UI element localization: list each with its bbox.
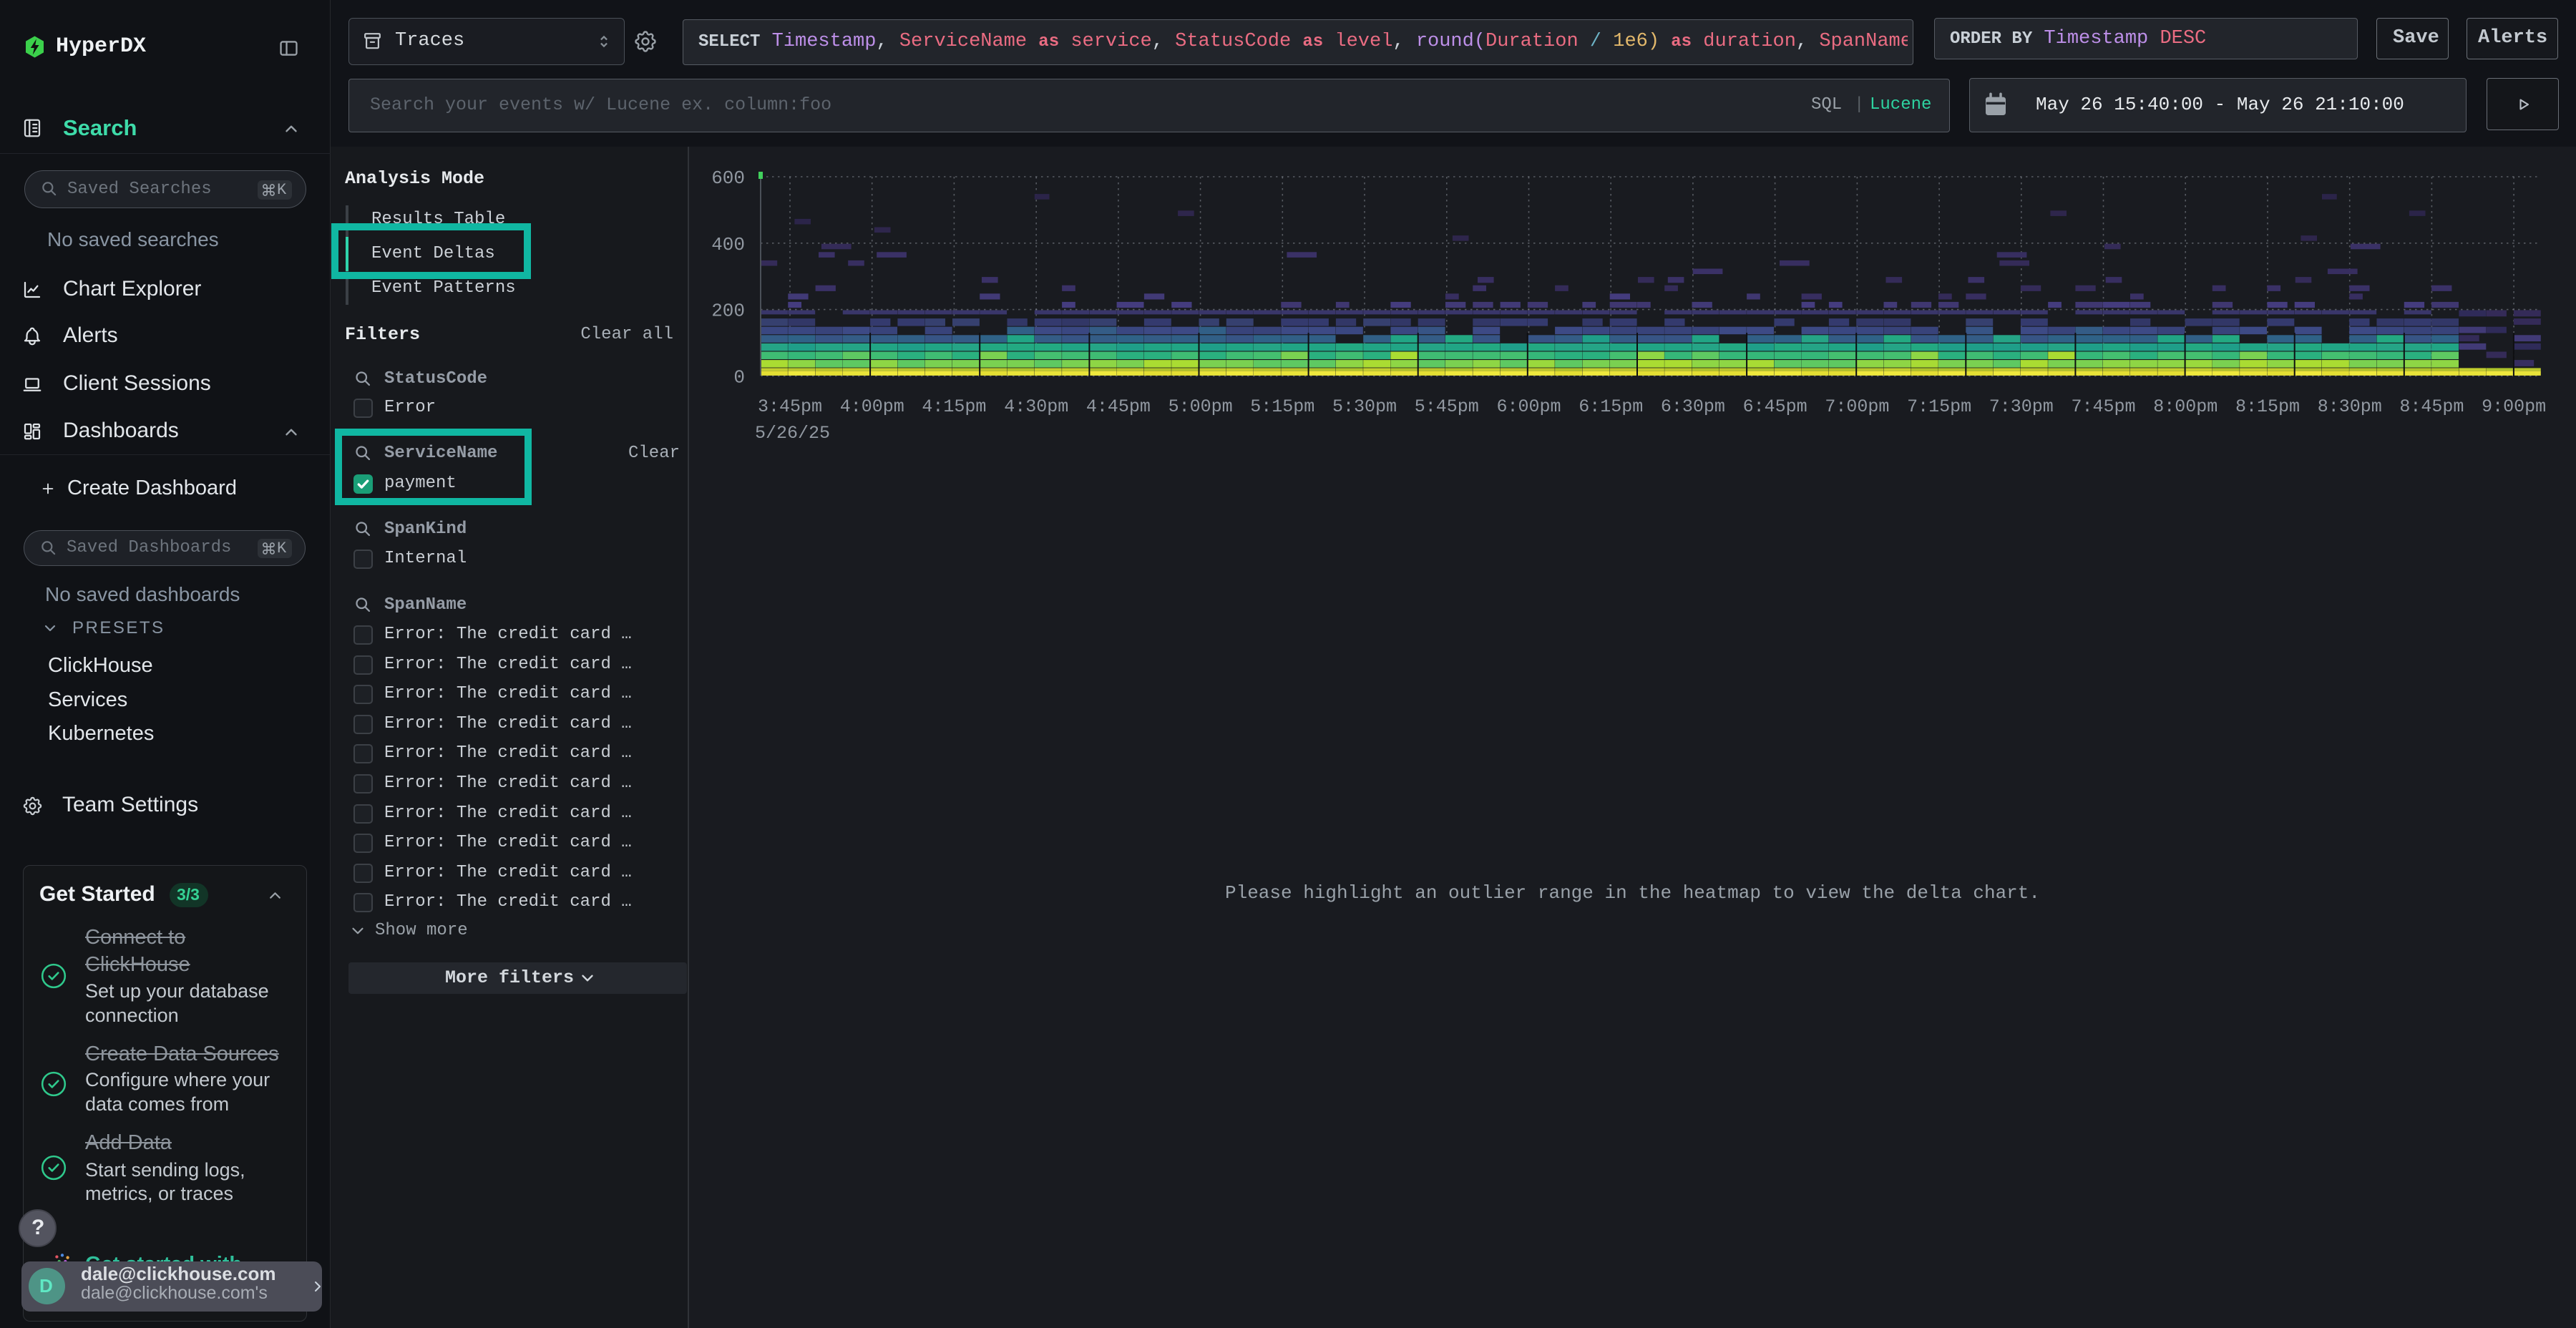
svg-text:8:00pm: 8:00pm <box>2153 396 2218 417</box>
svg-text:5:30pm: 5:30pm <box>1332 396 1397 417</box>
svg-text:200: 200 <box>711 301 745 322</box>
svg-text:4:00pm: 4:00pm <box>840 396 904 417</box>
svg-text:4:45pm: 4:45pm <box>1086 396 1151 417</box>
svg-text:5:15pm: 5:15pm <box>1250 396 1314 417</box>
svg-text:0: 0 <box>733 366 745 388</box>
svg-text:7:00pm: 7:00pm <box>1825 396 1889 417</box>
svg-text:6:00pm: 6:00pm <box>1496 396 1561 417</box>
svg-text:4:30pm: 4:30pm <box>1004 396 1068 417</box>
svg-text:9:00pm: 9:00pm <box>2482 396 2546 417</box>
svg-text:7:30pm: 7:30pm <box>1989 396 2054 417</box>
svg-text:6:45pm: 6:45pm <box>1743 396 1807 417</box>
svg-text:5:45pm: 5:45pm <box>1415 396 1479 417</box>
svg-text:8:30pm: 8:30pm <box>2318 396 2382 417</box>
svg-text:8:45pm: 8:45pm <box>2399 396 2464 417</box>
svg-text:5/26/25: 5/26/25 <box>755 423 830 444</box>
svg-text:400: 400 <box>711 234 745 255</box>
svg-text:600: 600 <box>711 167 745 189</box>
svg-text:3:45pm: 3:45pm <box>758 396 822 417</box>
svg-text:7:45pm: 7:45pm <box>2071 396 2135 417</box>
svg-text:6:15pm: 6:15pm <box>1579 396 1643 417</box>
svg-text:6:30pm: 6:30pm <box>1661 396 1725 417</box>
svg-text:7:15pm: 7:15pm <box>1907 396 1971 417</box>
svg-text:5:00pm: 5:00pm <box>1169 396 1233 417</box>
svg-text:8:15pm: 8:15pm <box>2235 396 2300 417</box>
svg-text:4:15pm: 4:15pm <box>922 396 986 417</box>
